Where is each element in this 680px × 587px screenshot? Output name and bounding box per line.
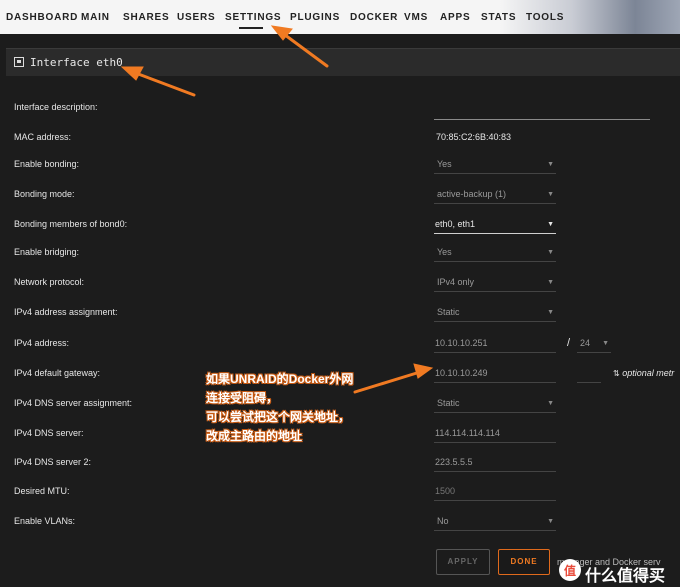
chevron-down-icon: ▼ bbox=[547, 400, 554, 407]
label-bonding-mode: Bonding mode: bbox=[14, 189, 75, 199]
arrow-to-gateway bbox=[353, 370, 422, 394]
nav-settings[interactable]: SETTINGS bbox=[225, 12, 281, 23]
watermark-logo: 什么值得买 bbox=[555, 555, 680, 587]
label-ipv4-assignment: IPv4 address assignment: bbox=[14, 307, 118, 317]
protocol-value: IPv4 only bbox=[437, 277, 475, 287]
prefix-select[interactable]: 24 ▼ bbox=[577, 335, 611, 353]
annotation-line-1: 如果UNRAID的Docker外网 bbox=[206, 372, 354, 386]
label-mac: MAC address: bbox=[14, 132, 72, 142]
done-button[interactable]: DONE bbox=[498, 549, 550, 575]
chevron-down-icon: ▼ bbox=[602, 340, 609, 347]
optional-metric-text: optional metr bbox=[622, 368, 675, 378]
ipv4-address-input[interactable]: 10.10.10.251 bbox=[434, 335, 556, 353]
annotation-line-4: 改成主路由的地址 bbox=[206, 429, 303, 443]
chevron-down-icon: ▼ bbox=[547, 518, 554, 525]
dns2-value: 223.5.5.5 bbox=[435, 457, 473, 467]
label-bridging: Enable bridging: bbox=[14, 247, 80, 257]
gateway-value: 10.10.10.249 bbox=[435, 368, 488, 378]
nav-main[interactable]: MAIN bbox=[81, 12, 110, 23]
annotation-arrows bbox=[120, 25, 434, 394]
nav-active-indicator bbox=[239, 27, 263, 29]
dns1-value: 114.114.114.114 bbox=[435, 428, 500, 438]
bonding-mode-select[interactable]: active-backup (1) ▼ bbox=[434, 186, 556, 204]
panel-image-icon bbox=[14, 57, 24, 67]
description-input[interactable] bbox=[434, 102, 650, 120]
apply-button[interactable]: APPLY bbox=[436, 549, 490, 575]
bridging-value: Yes bbox=[437, 247, 452, 257]
bridging-select[interactable]: Yes ▼ bbox=[434, 244, 556, 262]
mac-value: 70:85:C2:6B:40:83 bbox=[436, 132, 512, 142]
gateway-input[interactable]: 10.10.10.249 bbox=[434, 365, 556, 383]
prefix-separator: / bbox=[567, 337, 571, 349]
watermark-badge-icon bbox=[559, 559, 581, 581]
panel-header[interactable]: Interface eth0 bbox=[6, 48, 680, 76]
annotation-line-3: 可以尝试把这个网关地址， bbox=[206, 410, 351, 424]
label-dns2: IPv4 DNS server 2: bbox=[14, 457, 92, 467]
chevron-down-icon: ▼ bbox=[547, 249, 554, 256]
protocol-select[interactable]: IPv4 only ▼ bbox=[434, 274, 556, 292]
label-bonding: Enable bonding: bbox=[14, 159, 80, 169]
bond-members-value: eth0, eth1 bbox=[435, 219, 476, 229]
dns-assignment-select[interactable]: Static ▼ bbox=[434, 395, 556, 413]
nav-apps[interactable]: APPS bbox=[440, 12, 470, 23]
label-dns1: IPv4 DNS server: bbox=[14, 428, 84, 438]
ipv4-assignment-value: Static bbox=[437, 307, 460, 317]
label-mtu: Desired MTU: bbox=[14, 486, 70, 496]
chevron-down-icon: ▼ bbox=[547, 309, 554, 316]
top-navigation: DASHBOARD MAIN SHARES USERS SETTINGS PLU… bbox=[0, 0, 680, 34]
panel-title: Interface eth0 bbox=[30, 56, 123, 69]
nav-tools[interactable]: TOOLS bbox=[526, 12, 564, 23]
bonding-mode-value: active-backup (1) bbox=[437, 189, 507, 199]
chevron-down-icon: ▼ bbox=[547, 221, 554, 228]
chevron-down-icon: ▼ bbox=[547, 161, 554, 168]
label-ipv4-address: IPv4 address: bbox=[14, 338, 70, 348]
dns-assignment-value: Static bbox=[437, 398, 460, 408]
ipv4-address-value: 10.10.10.251 bbox=[435, 338, 488, 348]
vlans-value: No bbox=[437, 516, 449, 526]
label-gateway: IPv4 default gateway: bbox=[14, 368, 101, 378]
bonding-select[interactable]: Yes ▼ bbox=[434, 156, 556, 174]
nav-vms[interactable]: VMS bbox=[404, 12, 428, 23]
bonding-value: Yes bbox=[437, 159, 452, 169]
chevron-down-icon: ▼ bbox=[547, 279, 554, 286]
nav-plugins[interactable]: PLUGINS bbox=[290, 12, 340, 23]
nav-stats[interactable]: STATS bbox=[481, 12, 516, 23]
mtu-input[interactable]: 1500 bbox=[434, 483, 556, 501]
nav-dashboard[interactable]: DASHBOARD bbox=[6, 12, 78, 23]
nav-shares[interactable]: SHARES bbox=[123, 12, 169, 23]
nav-users[interactable]: USERS bbox=[177, 12, 215, 23]
prefix-value: 24 bbox=[580, 338, 591, 348]
chevron-down-icon: ▼ bbox=[547, 191, 554, 198]
bond-members-select[interactable]: eth0, eth1 ▼ bbox=[434, 216, 556, 234]
optional-metric-hint: ⇅ optional metr bbox=[613, 368, 674, 378]
label-protocol: Network protocol: bbox=[14, 277, 85, 287]
label-vlans: Enable VLANs: bbox=[14, 516, 76, 526]
label-dns-assignment: IPv4 DNS server assignment: bbox=[14, 398, 133, 408]
dns1-input[interactable]: 114.114.114.114 bbox=[434, 425, 556, 443]
watermark-text: 什么值得买 bbox=[585, 568, 666, 585]
mtu-placeholder: 1500 bbox=[435, 486, 456, 496]
label-bond-members: Bonding members of bond0: bbox=[14, 219, 128, 229]
annotation-line-2: 连接受阻碍， bbox=[206, 391, 279, 405]
nav-docker[interactable]: DOCKER bbox=[350, 12, 398, 23]
arrow-head-gateway bbox=[413, 363, 434, 379]
ipv4-assignment-select[interactable]: Static ▼ bbox=[434, 304, 556, 322]
dns2-input[interactable]: 223.5.5.5 bbox=[434, 454, 556, 472]
vlans-select[interactable]: No ▼ bbox=[434, 513, 556, 531]
label-description: Interface description: bbox=[14, 102, 98, 112]
gateway-metric-input[interactable] bbox=[577, 365, 601, 383]
sort-arrows-icon: ⇅ bbox=[613, 369, 620, 378]
